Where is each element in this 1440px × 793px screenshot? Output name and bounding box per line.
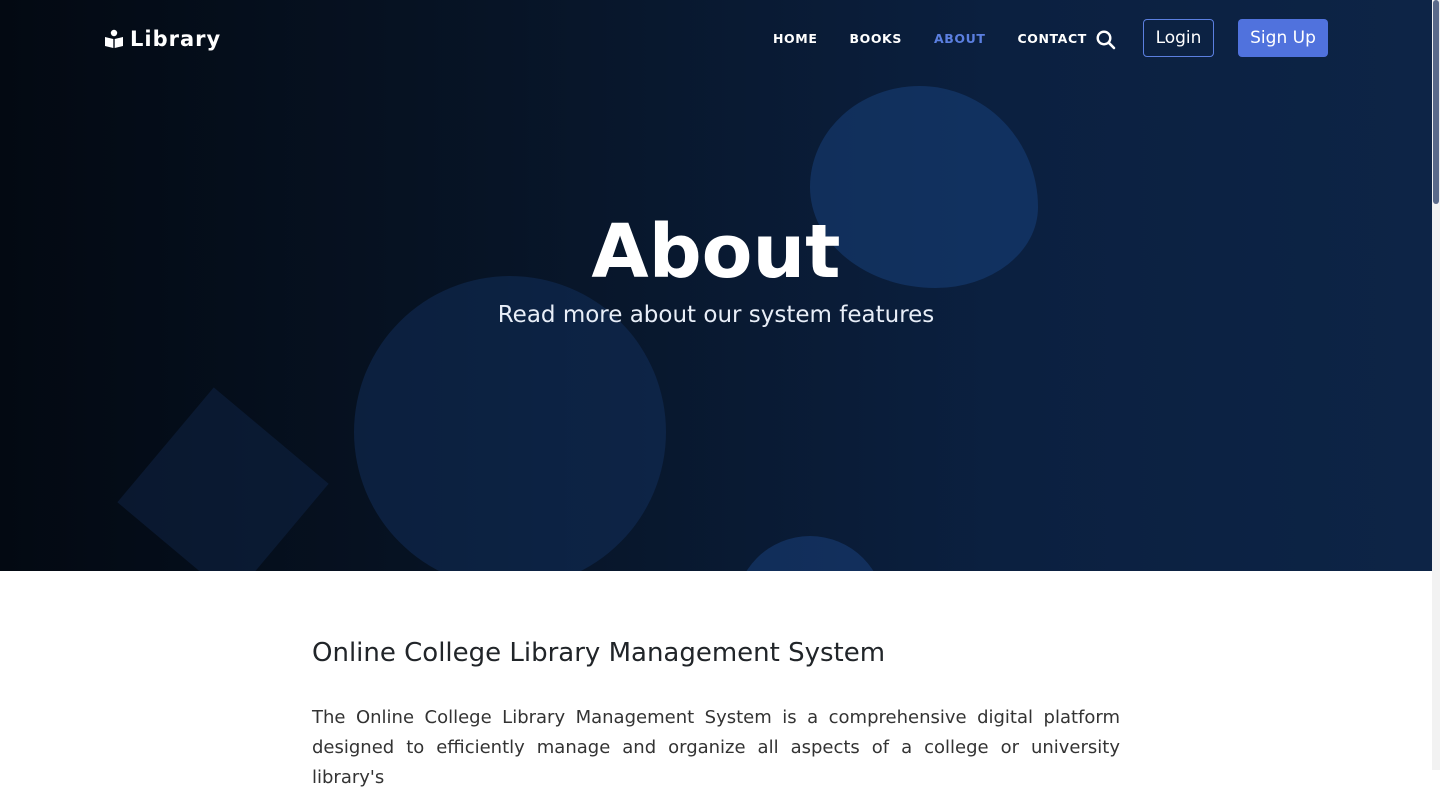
nav-links: HOME BOOKS ABOUT CONTACT xyxy=(773,31,1119,46)
section-heading: Online College Library Management System xyxy=(312,638,886,668)
search-button[interactable] xyxy=(1095,29,1117,51)
nav-link-books[interactable]: BOOKS xyxy=(849,31,901,46)
page-scrollbar[interactable] xyxy=(1432,0,1440,770)
search-icon xyxy=(1096,30,1116,50)
scrollbar-thumb[interactable] xyxy=(1433,0,1439,204)
signup-button[interactable]: Sign Up xyxy=(1238,19,1328,57)
decorative-circle-bottom xyxy=(735,536,885,571)
nav-link-contact[interactable]: CONTACT xyxy=(1017,31,1086,46)
brand-logo[interactable]: Library xyxy=(104,27,221,51)
page-title: About xyxy=(591,209,841,295)
login-button[interactable]: Login xyxy=(1143,19,1214,57)
book-reader-icon xyxy=(105,29,123,48)
section-paragraph: The Online College Library Management Sy… xyxy=(312,707,1120,788)
nav-link-about[interactable]: ABOUT xyxy=(934,31,986,46)
about-content: Online College Library Management System… xyxy=(312,634,1120,793)
page-subtitle: Read more about our system features xyxy=(497,302,935,328)
navbar: Library HOME BOOKS ABOUT CONTACT Login S… xyxy=(0,0,1432,78)
hero-section: Library HOME BOOKS ABOUT CONTACT Login S… xyxy=(0,0,1432,571)
brand-name: Library xyxy=(130,27,222,51)
nav-link-home[interactable]: HOME xyxy=(773,31,817,46)
decorative-diamond xyxy=(117,387,329,571)
